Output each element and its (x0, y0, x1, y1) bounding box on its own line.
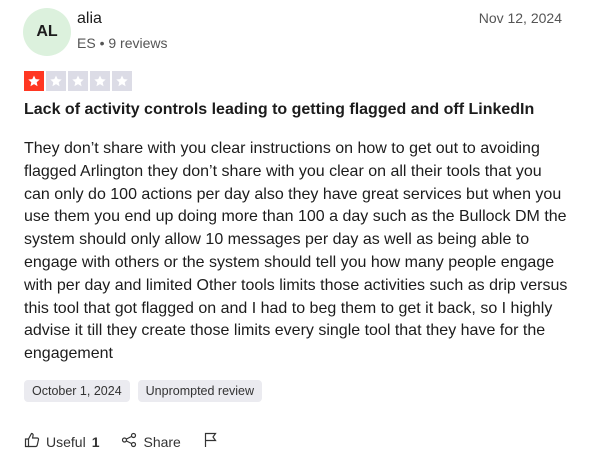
star-icon (46, 71, 66, 91)
avatar-initials: AL (36, 23, 58, 40)
report-button[interactable] (203, 432, 219, 451)
review-body: They don’t share with you clear instruct… (24, 140, 568, 363)
useful-label: Useful (46, 433, 86, 450)
useful-button[interactable]: Useful 1 (24, 432, 99, 451)
star-icon (68, 71, 88, 91)
star-icon (24, 71, 44, 91)
experience-date-chip: October 1, 2024 (24, 380, 130, 402)
star-icon (112, 71, 132, 91)
review-card: AL alia ES • 9 reviews Nov 12, 2024 Lack… (0, 0, 597, 461)
review-date: Nov 12, 2024 (478, 10, 562, 26)
avatar[interactable]: AL (23, 8, 71, 56)
review-actions: Useful 1 Share (24, 432, 219, 451)
flag-icon (203, 432, 219, 451)
reviewer-meta: ES • 9 reviews (77, 35, 168, 51)
reviewer-name[interactable]: alia (77, 10, 102, 28)
share-label: Share (143, 433, 181, 450)
review-type-chip[interactable]: Unprompted review (137, 380, 263, 402)
star-icon (90, 71, 110, 91)
useful-count: 1 (91, 433, 100, 450)
review-title[interactable]: Lack of activity controls leading to get… (24, 101, 534, 119)
star-rating (24, 71, 132, 91)
share-button[interactable]: Share (121, 432, 181, 451)
thumbs-up-icon (24, 432, 40, 451)
share-icon (121, 432, 137, 451)
review-tags: October 1, 2024 Unprompted review (24, 380, 263, 402)
